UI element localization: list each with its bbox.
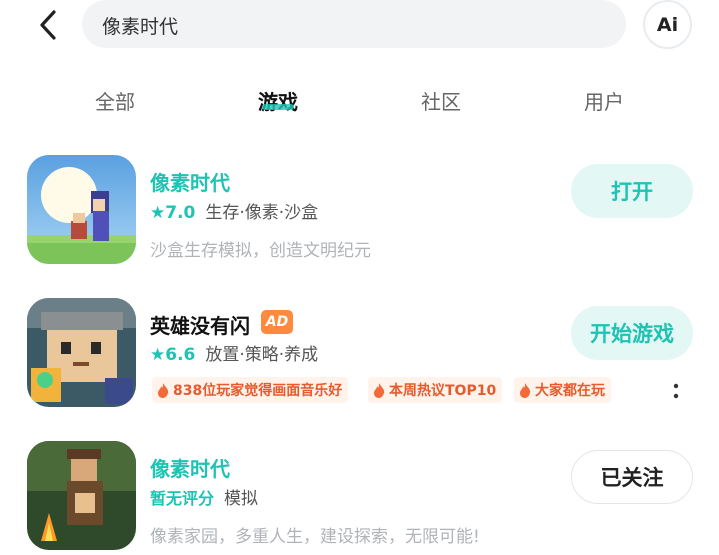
flame-icon [374,382,385,398]
tab-games[interactable]: 游戏 [258,86,298,115]
hot-tag-text: 大家都在玩 [535,383,605,399]
app-description: 沙盒生存模拟，创造文明纪元 [150,241,371,261]
tab-all[interactable]: 全部 [95,86,135,115]
flame-icon [158,382,169,398]
app-name[interactable]: 像素时代 [150,453,230,482]
flame-icon [520,382,531,398]
hot-tag-text: 本周热议TOP10 [389,383,497,399]
app-meta: ★7.0 生存·像素·沙盒 [150,198,318,223]
app-description: 像素家园，多重人生，建设探索，无限可能! [150,527,480,547]
start-game-button[interactable]: 开始游戏 [571,306,693,360]
app-name[interactable]: 像素时代 [150,167,230,196]
search-query-text: 像素时代 [102,16,179,38]
app-icon-pixel-era[interactable] [27,155,136,264]
hot-tag: 大家都在玩 [514,377,611,403]
hot-tag: 本周热议TOP10 [368,377,503,403]
active-tab-indicator [262,104,294,110]
app-rating: ★7.0 [150,203,196,223]
app-tags: 放置·策略·养成 [205,345,319,365]
tab-community[interactable]: 社区 [421,86,461,115]
tab-users[interactable]: 用户 [584,86,624,115]
ai-assistant-button[interactable]: Ai [643,0,692,49]
app-tags: 生存·像素·沙盒 [205,203,319,223]
app-name[interactable]: 英雄没有闪 [150,310,250,339]
hot-tag-text: 838位玩家觉得画面音乐好 [173,383,343,399]
search-input[interactable]: 像素时代 [82,0,626,48]
app-rating: ★6.6 [150,345,196,365]
app-meta: ★6.6 放置·策略·养成 [150,340,318,365]
app-rating: 暂无评分 [150,489,215,508]
open-button[interactable]: 打开 [571,164,693,218]
app-icon-hero-no-flash[interactable] [27,298,136,407]
app-meta: 暂无评分 模拟 [150,484,258,509]
app-tags: 模拟 [224,489,259,509]
back-arrow-icon[interactable] [34,8,64,42]
ad-badge: AD [261,310,293,334]
app-icon-pixel-era[interactable] [27,441,136,550]
following-button[interactable]: 已关注 [571,450,693,504]
more-options-icon[interactable] [671,381,681,403]
hot-tag: 838位玩家觉得画面音乐好 [152,377,349,403]
